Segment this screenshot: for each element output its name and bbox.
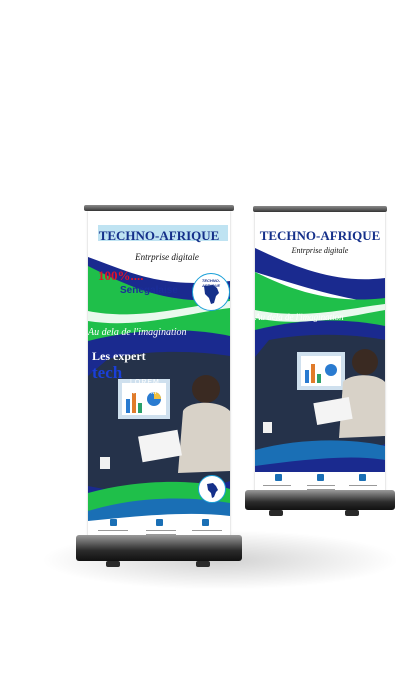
globe-icon — [202, 519, 209, 526]
company-title: TECHNO-AFRIQUE — [259, 228, 381, 243]
lorem-line-2: IPSUM — [130, 389, 158, 396]
mail-icon — [275, 474, 282, 481]
slogan-text: Au dela de l'imagination — [255, 312, 344, 322]
banner-base-stand — [76, 535, 242, 561]
rollup-banner-left: TECHNO-AFRIQUE Entrprise digitale 100%..… — [76, 205, 246, 575]
experts-text: Les expert — [92, 349, 146, 363]
contact-detail-4 — [192, 530, 222, 531]
contact-detail-1 — [98, 530, 128, 531]
mail-icon — [110, 519, 117, 526]
phone-icon — [317, 474, 324, 481]
company-subtitle: Entrprise digitale — [135, 252, 199, 262]
lorem-line-1: LOREM — [130, 379, 160, 386]
company-title: TECHNO-AFRIQUE — [98, 228, 220, 243]
banner-print-panel: TECHNO-AFRIQUE Entrprise digitale 100%..… — [88, 211, 230, 541]
rollup-banner-right: TECHNO-AFRIQUE Entrprise digitale Au del… — [245, 206, 400, 518]
company-logo: TECHNO-AFRIQUE — [192, 273, 230, 311]
company-logo-bottom — [198, 475, 226, 503]
africa-map-icon — [204, 285, 219, 304]
globe-icon — [359, 474, 366, 481]
rollup-banner-mockup: TECHNO-AFRIQUE Entrprise digitale 100%..… — [0, 0, 400, 700]
slogan-text: Au dela de l'imagination — [88, 327, 187, 338]
stand-foot-left — [269, 510, 283, 516]
stand-foot-right — [196, 561, 210, 567]
contact-detail-4 — [349, 485, 377, 486]
contact-detail-1 — [263, 485, 291, 486]
contact-detail-2 — [307, 485, 335, 486]
phone-icon — [156, 519, 163, 526]
banner-print-panel: TECHNO-AFRIQUE Entrprise digitale Au del… — [255, 212, 385, 494]
country-text: Senegalaise — [120, 285, 178, 296]
tech-text: tech — [92, 363, 123, 382]
stand-foot-right — [345, 510, 359, 516]
banner-base-stand — [245, 490, 395, 510]
percent-text: 100%.... — [98, 268, 144, 283]
stand-foot-left — [106, 561, 120, 567]
africa-map-icon — [207, 483, 218, 498]
company-subtitle: Entrprise digitale — [291, 246, 349, 255]
contact-detail-2 — [146, 530, 176, 531]
